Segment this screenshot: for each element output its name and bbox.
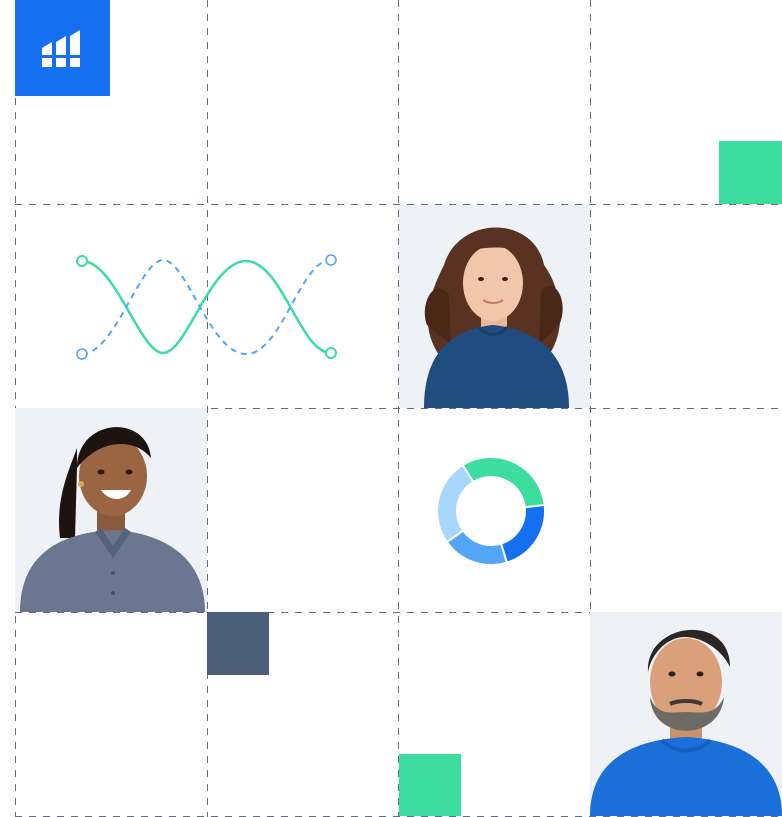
donut-segment-1 (461, 456, 546, 509)
portrait-man-beard (590, 612, 782, 816)
donut-segment-2 (499, 503, 546, 564)
brand-logo (15, 0, 110, 96)
donut-chart-icon (436, 456, 546, 566)
bar-chart-logo-icon (41, 30, 80, 67)
accent-square-green-bottom (399, 754, 461, 816)
illustration-canvas (0, 0, 782, 817)
crossing-curves-icon (76, 254, 337, 360)
donut-segments (436, 456, 546, 566)
portrait-woman-ponytail (15, 408, 207, 612)
accent-square-green (719, 141, 782, 204)
portrait-woman-curly-hair (399, 205, 590, 408)
accent-square-slate (207, 612, 269, 675)
donut-segment-4 (436, 463, 475, 544)
